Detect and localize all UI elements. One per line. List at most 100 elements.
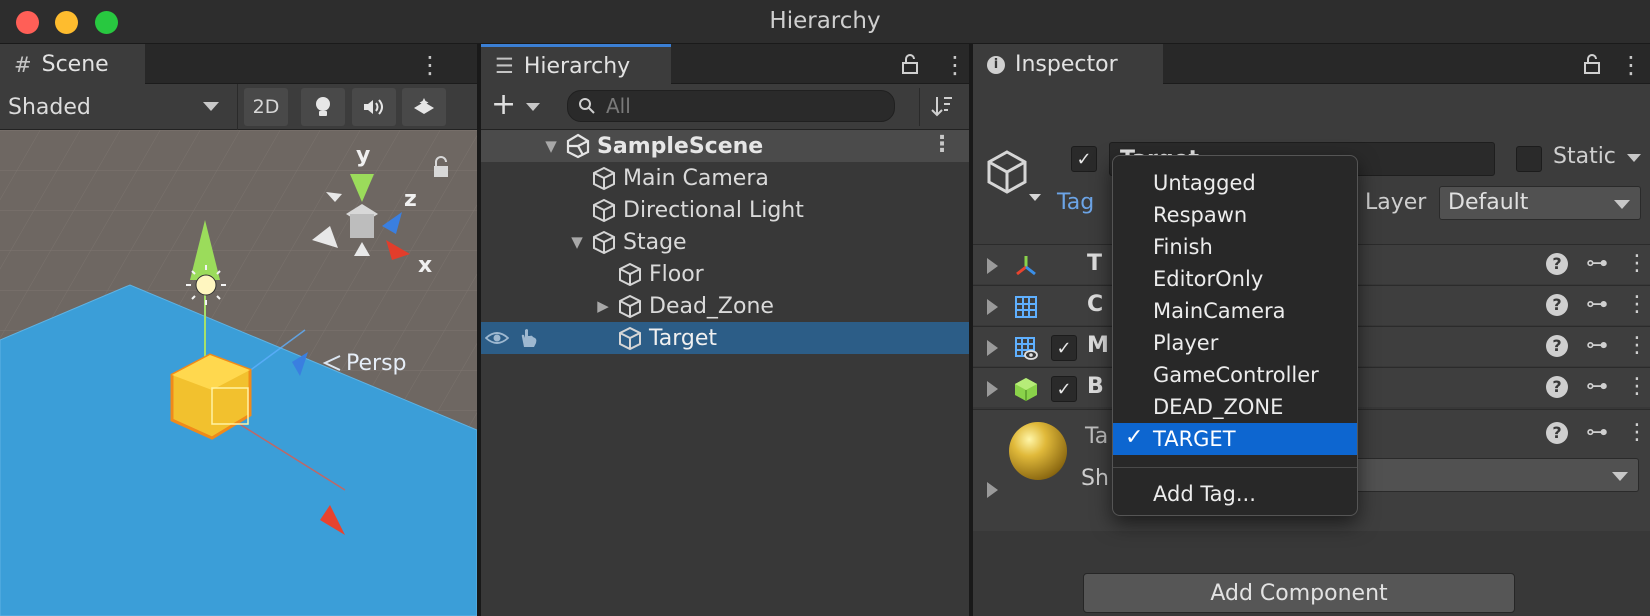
visibility-gutter xyxy=(481,322,543,354)
scene-more-icon[interactable]: ⋮ xyxy=(418,51,442,79)
add-component-button[interactable]: Add Component xyxy=(1083,573,1515,613)
persp-label[interactable]: Persp xyxy=(346,351,407,376)
toggle-2d-button[interactable]: 2D xyxy=(244,88,288,126)
hierarchy-tree: ▼ SampleScene ⋮ Main Camera Directional Ligh… xyxy=(481,130,969,354)
shading-mode-dropdown[interactable]: Shaded xyxy=(0,84,238,130)
lock-icon[interactable] xyxy=(1583,54,1601,74)
hierarchy-item[interactable]: Main Camera xyxy=(481,162,969,194)
tag-option[interactable]: Finish xyxy=(1113,231,1357,263)
expand-arrow-icon[interactable]: ▼ xyxy=(543,137,559,155)
tag-option[interactable]: MainCamera xyxy=(1113,295,1357,327)
hierarchy-item[interactable]: Target xyxy=(481,322,969,354)
material-name: Ta xyxy=(1085,424,1109,449)
title-bar: Hierarchy xyxy=(0,0,1650,44)
gameobject-cube-icon[interactable] xyxy=(987,144,1047,208)
layer-label: Layer xyxy=(1365,190,1427,215)
expand-arrow-icon[interactable] xyxy=(987,340,998,356)
list-icon: ☰ xyxy=(495,54,514,78)
active-checkbox[interactable]: ✓ xyxy=(1071,146,1097,172)
gameobject-cube-icon xyxy=(619,294,641,319)
component-name: C xyxy=(1087,292,1104,317)
presets-sliders-icon[interactable]: ⊶ xyxy=(1586,251,1608,276)
transform-icon xyxy=(1016,256,1036,276)
hierarchy-item[interactable]: Directional Light xyxy=(481,194,969,226)
help-icon[interactable]: ? xyxy=(1546,334,1568,357)
effects-toggle-button[interactable] xyxy=(402,88,446,126)
hierarchy-item[interactable]: ▼ Stage xyxy=(481,226,969,258)
tag-dropdown-menu: Untagged Respawn Finish EditorOnly MainCamer… xyxy=(1112,155,1358,516)
tag-option[interactable]: Respawn xyxy=(1113,199,1357,231)
speaker-icon xyxy=(364,99,383,115)
tag-option[interactable]: ✓ TARGET xyxy=(1113,423,1357,455)
tag-option[interactable]: EditorOnly xyxy=(1113,263,1357,295)
expand-arrow-icon[interactable] xyxy=(987,299,998,315)
presets-sliders-icon[interactable]: ⊶ xyxy=(1586,420,1608,445)
menu-separator xyxy=(1113,467,1357,468)
component-enabled-checkbox[interactable]: ✓ xyxy=(1051,335,1077,361)
pick-hand-icon[interactable] xyxy=(517,327,539,349)
context-menu-icon[interactable]: ⋮ xyxy=(1626,292,1648,317)
component-enabled-checkbox[interactable]: ✓ xyxy=(1051,376,1077,402)
expand-arrow-icon[interactable] xyxy=(987,258,998,274)
mesh-renderer-icon xyxy=(1015,337,1038,360)
hierarchy-item-label: Main Camera xyxy=(623,165,769,191)
gizmo-z-label: z xyxy=(404,187,417,212)
tab-scene[interactable]: # Scene xyxy=(0,44,145,85)
tag-option[interactable]: GameController xyxy=(1113,359,1357,391)
sort-button[interactable] xyxy=(919,88,963,126)
help-icon[interactable]: ? xyxy=(1546,252,1568,275)
scene-viewport[interactable]: Persp y z x xyxy=(0,130,477,616)
tag-label[interactable]: Tag xyxy=(1057,190,1094,215)
hierarchy-item[interactable]: Floor xyxy=(481,258,969,290)
inspector-more-icon[interactable]: ⋮ xyxy=(1619,51,1643,79)
mesh-filter-grid-icon xyxy=(1015,296,1037,318)
tag-option[interactable]: Untagged xyxy=(1113,167,1357,199)
chevron-down-icon[interactable] xyxy=(526,103,540,111)
tab-hierarchy[interactable]: ☰ Hierarchy xyxy=(481,44,671,85)
expand-arrow-icon[interactable] xyxy=(987,381,998,397)
context-menu-icon[interactable]: ⋮ xyxy=(1626,420,1648,445)
presets-sliders-icon[interactable]: ⊶ xyxy=(1586,292,1608,317)
lighting-toggle-button[interactable] xyxy=(301,88,345,126)
component-tools: ? ⊶ ⋮ xyxy=(1546,374,1648,399)
audio-toggle-button[interactable] xyxy=(352,88,396,126)
add-tag-option[interactable]: Add Tag... xyxy=(1113,478,1357,510)
scene-view-canvas[interactable]: Persp y z x xyxy=(0,130,477,616)
expand-arrow-icon[interactable] xyxy=(987,482,998,498)
static-label[interactable]: Static xyxy=(1553,144,1616,169)
help-icon[interactable]: ? xyxy=(1546,293,1568,316)
presets-sliders-icon[interactable]: ⊶ xyxy=(1586,374,1608,399)
scene-more-icon[interactable]: ⋮ xyxy=(931,132,953,157)
material-preview[interactable] xyxy=(1009,422,1067,480)
hierarchy-search[interactable] xyxy=(567,90,895,122)
chevron-down-icon xyxy=(203,102,219,111)
create-plus-icon[interactable]: + xyxy=(491,90,516,120)
context-menu-icon[interactable]: ⋮ xyxy=(1626,374,1648,399)
hierarchy-item-label: SampleScene xyxy=(597,133,764,159)
layer-dropdown[interactable]: Default xyxy=(1439,186,1641,220)
tag-option-label: Player xyxy=(1153,331,1219,355)
help-icon[interactable]: ? xyxy=(1546,375,1568,398)
chevron-down-icon[interactable] xyxy=(1627,154,1641,162)
scene-row[interactable]: ▼ SampleScene ⋮ xyxy=(481,130,969,162)
gameobject-cube-icon xyxy=(619,262,641,287)
eye-icon[interactable] xyxy=(485,330,509,346)
lock-icon[interactable] xyxy=(901,54,919,74)
tag-option[interactable]: DEAD_ZONE xyxy=(1113,391,1357,423)
tag-option[interactable]: Player xyxy=(1113,327,1357,359)
expand-arrow-icon[interactable]: ▼ xyxy=(569,233,585,251)
presets-sliders-icon[interactable]: ⊶ xyxy=(1586,333,1608,358)
static-checkbox[interactable] xyxy=(1516,146,1542,172)
help-icon[interactable]: ? xyxy=(1546,421,1568,444)
collapse-arrow-icon[interactable]: ▶ xyxy=(595,297,611,315)
gameobject-cube-icon xyxy=(593,198,615,223)
hierarchy-item[interactable]: ▶ Dead_Zone xyxy=(481,290,969,322)
search-input[interactable] xyxy=(606,94,866,118)
context-menu-icon[interactable]: ⋮ xyxy=(1626,333,1648,358)
tab-inspector[interactable]: i Inspector xyxy=(973,44,1163,85)
context-menu-icon[interactable]: ⋮ xyxy=(1626,251,1648,276)
window-title: Hierarchy xyxy=(769,8,881,34)
component-name: B xyxy=(1087,374,1104,399)
component-tools: ? ⊶ ⋮ xyxy=(1546,292,1648,317)
hierarchy-more-icon[interactable]: ⋮ xyxy=(943,51,967,79)
